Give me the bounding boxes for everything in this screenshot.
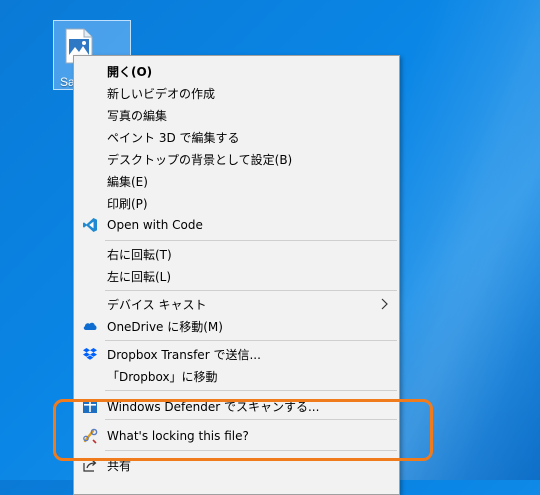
- menu-item-label: 右に回転(T): [107, 247, 172, 262]
- menu-separator: [105, 450, 397, 451]
- menu-item-label: 共有: [107, 458, 132, 473]
- defender-icon: [83, 399, 97, 413]
- menu-separator: [105, 340, 397, 341]
- menu-item-edit-photo[interactable]: 写真の編集: [76, 104, 397, 126]
- menu-item-create-video[interactable]: 新しいビデオの作成: [76, 82, 397, 104]
- menu-item-edit[interactable]: 編集(E): [76, 170, 397, 192]
- menu-item-label: Dropbox Transfer で送信...: [107, 347, 261, 362]
- vscode-icon: [83, 218, 97, 232]
- menu-item-device-cast[interactable]: デバイス キャスト: [76, 293, 397, 315]
- menu-item-label: 「Dropbox」に移動: [107, 369, 218, 384]
- menu-item-rotate-right[interactable]: 右に回転(T): [76, 243, 397, 265]
- menu-item-label: OneDrive に移動(M): [107, 319, 223, 334]
- menu-item-edit-paint3d[interactable]: ペイント 3D で編集する: [76, 126, 397, 148]
- whats-locking-icon: [83, 428, 98, 444]
- menu-item-label: Windows Defender でスキャンする...: [107, 399, 320, 414]
- menu-item-label: What's locking this file?: [107, 429, 249, 443]
- menu-item-label: ペイント 3D で編集する: [107, 130, 240, 145]
- menu-item-rotate-left[interactable]: 左に回転(L): [76, 265, 397, 287]
- menu-item-open-with-code[interactable]: Open with Code: [76, 214, 397, 236]
- menu-item-move-dropbox[interactable]: 「Dropbox」に移動: [76, 365, 397, 387]
- menu-separator: [105, 290, 397, 291]
- menu-separator: [105, 390, 397, 391]
- menu-item-label: 新しいビデオの作成: [107, 86, 216, 101]
- menu-item-label: デバイス キャスト: [107, 297, 207, 312]
- menu-item-open[interactable]: 開く(O): [76, 60, 397, 82]
- menu-item-whats-locking[interactable]: What's locking this file?: [76, 425, 397, 447]
- menu-item-label: Open with Code: [107, 218, 203, 232]
- menu-item-move-onedrive[interactable]: OneDrive に移動(M): [76, 315, 397, 337]
- menu-item-label: デスクトップの背景として設定(B): [107, 152, 293, 167]
- context-menu: 開く(O) 新しいビデオの作成 写真の編集 ペイント 3D で編集する デスクト…: [73, 55, 400, 495]
- menu-item-label: 開く(O): [107, 64, 153, 79]
- menu-item-defender-scan[interactable]: Windows Defender でスキャンする...: [76, 395, 397, 417]
- menu-item-dropbox-transfer[interactable]: Dropbox Transfer で送信...: [76, 343, 397, 365]
- menu-item-share[interactable]: 共有: [76, 454, 397, 476]
- menu-item-set-background[interactable]: デスクトップの背景として設定(B): [76, 148, 397, 170]
- menu-item-print[interactable]: 印刷(P): [76, 192, 397, 214]
- menu-item-label: 左に回転(L): [107, 269, 172, 284]
- menu-item-label: 写真の編集: [107, 108, 168, 123]
- menu-separator: [105, 240, 397, 241]
- menu-separator: [105, 419, 397, 420]
- chevron-right-icon: [381, 298, 388, 310]
- onedrive-icon: [83, 322, 97, 330]
- menu-item-label: 印刷(P): [107, 196, 148, 211]
- dropbox-icon: [83, 348, 97, 360]
- share-icon: [83, 460, 97, 472]
- menu-item-label: 編集(E): [107, 174, 148, 189]
